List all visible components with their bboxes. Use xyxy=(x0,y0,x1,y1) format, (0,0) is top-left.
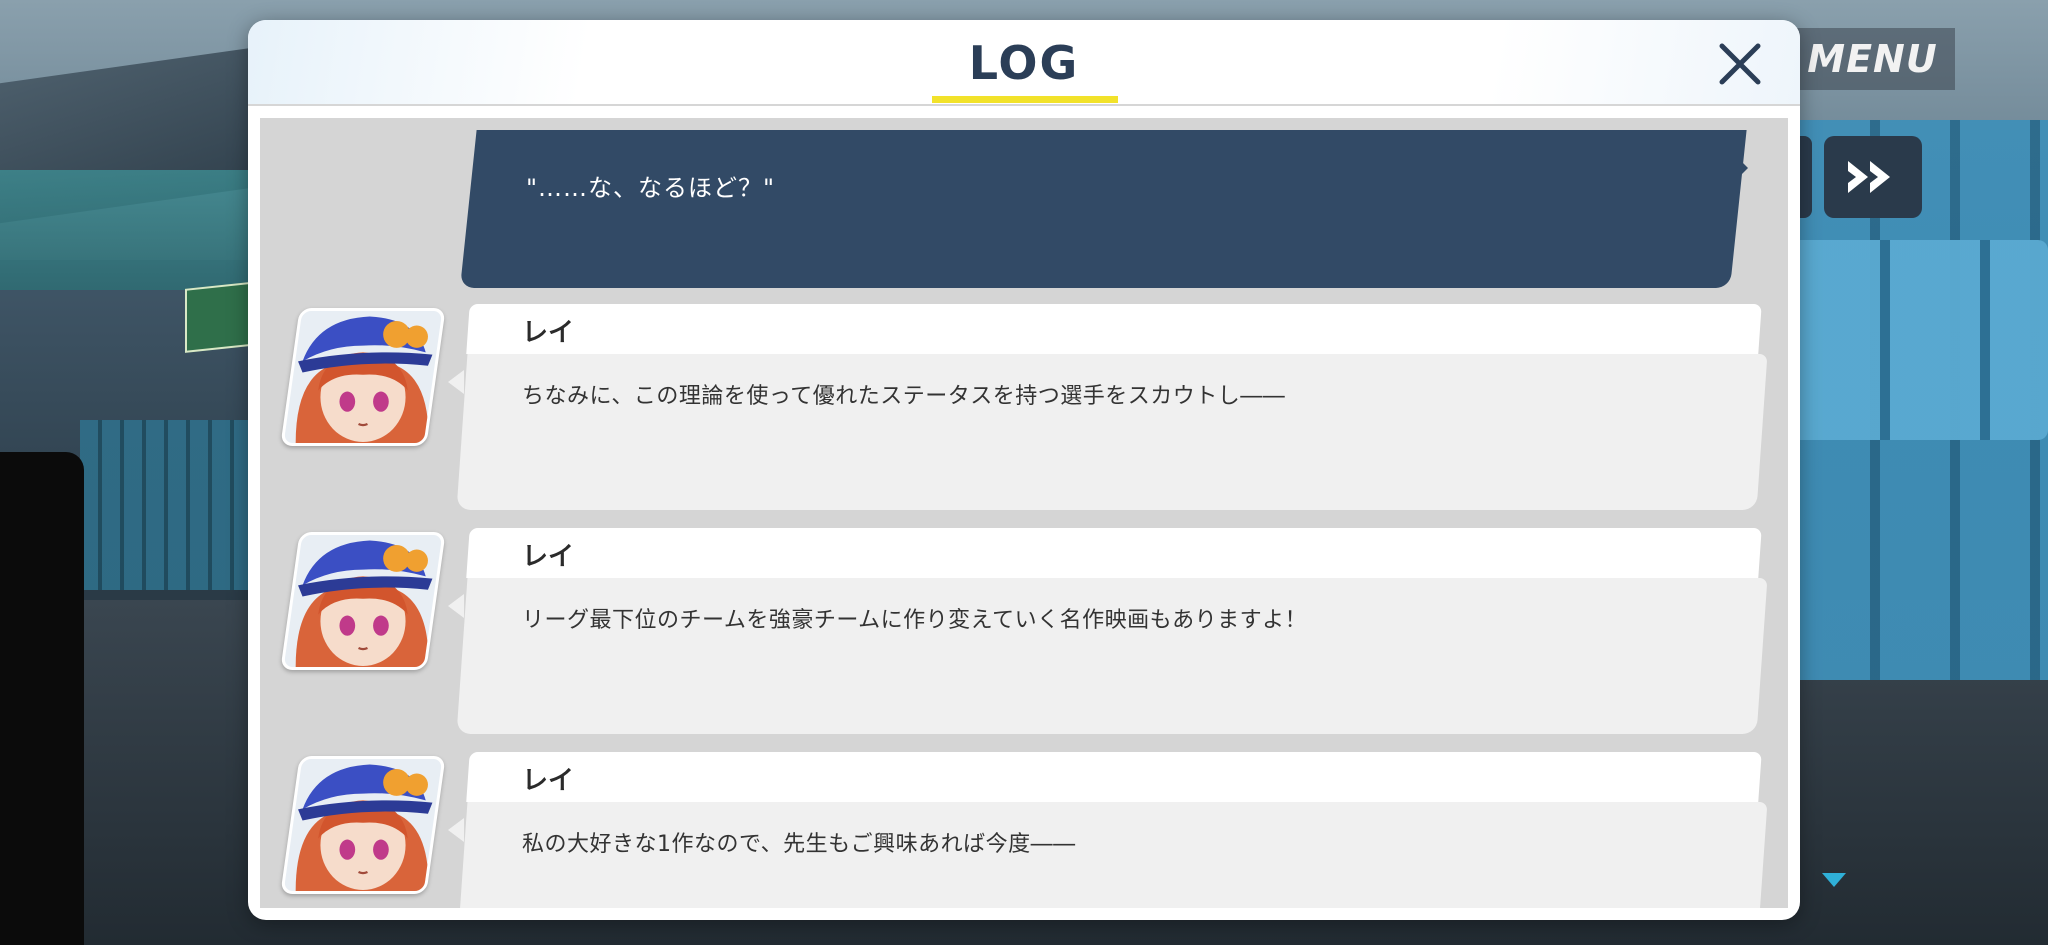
dialogue-pointer xyxy=(448,818,464,842)
narration-bubble: "……な、なるほど？" xyxy=(460,130,1760,288)
log-entry: レイ 私の大好きな1作なので、先生もご興味あれば今度―― xyxy=(280,752,1782,908)
game-screen: MENU LOG "……な、なるほど？" レイ ちなみに、この理論を使って優れた… xyxy=(0,0,2048,945)
dialogue-text: 私の大好きな1作なので、先生もご興味あれば今度―― xyxy=(522,832,1076,857)
character-portrait-image xyxy=(284,756,442,894)
fast-forward-button[interactable] xyxy=(1824,136,1922,218)
close-button[interactable] xyxy=(1710,34,1770,94)
menu-button[interactable]: MENU xyxy=(1790,28,1955,90)
side-panel xyxy=(0,452,84,945)
speaker-name: レイ xyxy=(522,542,575,572)
log-window: LOG "……な、なるほど？" レイ ちなみに、この理論を使って優れたステータス… xyxy=(248,20,1800,920)
log-header: LOG xyxy=(248,20,1800,106)
scroll-down-indicator-icon xyxy=(1822,873,1846,887)
background-stadium-wall xyxy=(0,170,260,290)
close-icon xyxy=(1719,43,1761,85)
narration-pointer xyxy=(1734,154,1748,182)
background-seat-backs xyxy=(1790,240,2048,440)
character-portrait-image xyxy=(284,532,442,670)
speaker-name: レイ xyxy=(522,766,575,796)
character-portrait xyxy=(280,532,446,670)
speaker-name-bar xyxy=(466,752,1762,802)
dialogue-pointer xyxy=(448,370,464,394)
log-scroll-area[interactable]: "……な、なるほど？" レイ ちなみに、この理論を使って優れたステータスを持つ選… xyxy=(260,118,1788,908)
dialogue-text: リーグ最下位のチームを強豪チームに作り変えていく名作映画もありますよ！ xyxy=(522,608,1308,633)
dialogue-pointer xyxy=(448,594,464,618)
log-entry: レイ リーグ最下位のチームを強豪チームに作り変えていく名作映画もありますよ！ xyxy=(280,528,1782,740)
character-portrait-image xyxy=(284,308,442,446)
character-portrait xyxy=(280,308,446,446)
log-entry: レイ ちなみに、この理論を使って優れたステータスを持つ選手をスカウトし―― xyxy=(280,304,1782,516)
title-underline xyxy=(932,96,1118,103)
narration-text: "……な、なるほど？" xyxy=(526,174,776,202)
character-portrait xyxy=(280,756,446,894)
speaker-name-bar xyxy=(466,528,1762,578)
fast-forward-icon xyxy=(1848,161,1890,193)
background-seats-left xyxy=(80,420,250,590)
dialogue-text: ちなみに、この理論を使って優れたステータスを持つ選手をスカウトし―― xyxy=(522,384,1286,409)
speaker-name: レイ xyxy=(522,318,575,348)
speaker-name-bar xyxy=(466,304,1762,354)
log-title: LOG xyxy=(968,36,1080,90)
narration-background xyxy=(460,130,1747,288)
